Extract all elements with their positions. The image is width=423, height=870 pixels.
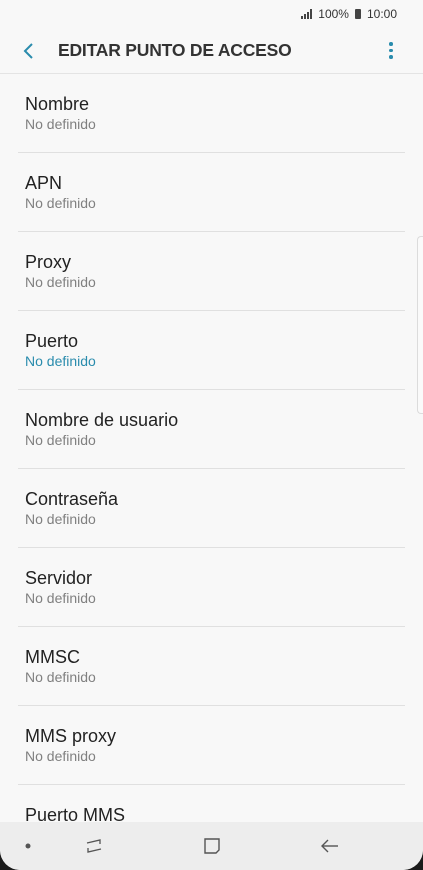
clock: 10:00	[366, 7, 397, 21]
setting-value: No definido	[25, 116, 96, 132]
setting-label: APN	[25, 173, 63, 193]
setting-label: MMSC	[25, 647, 80, 667]
setting-row-mmsc[interactable]: MMSC No definido	[18, 627, 405, 706]
setting-row-proxy[interactable]: Proxy No definido	[18, 232, 405, 311]
home-button[interactable]	[196, 822, 228, 870]
status-bar: 100% 10:00	[0, 0, 423, 28]
recents-icon	[86, 839, 102, 853]
back-button[interactable]	[0, 28, 58, 73]
back-nav-button[interactable]	[314, 822, 346, 870]
apn-settings-list: Nombre No definido APN No definido Proxy…	[0, 74, 423, 822]
setting-row-servidor[interactable]: Servidor No definido	[18, 548, 405, 627]
navigation-bar	[0, 822, 423, 870]
setting-value: No definido	[25, 432, 96, 448]
setting-row-mms-proxy[interactable]: MMS proxy No definido	[18, 706, 405, 785]
scrollbar[interactable]	[417, 236, 423, 414]
setting-row-puerto-mms[interactable]: Puerto MMS	[18, 785, 405, 822]
recents-button[interactable]	[78, 822, 110, 870]
back-icon	[321, 839, 338, 853]
setting-value: No definido	[25, 748, 96, 764]
page-title: EDITAR PUNTO DE ACCESO	[58, 40, 292, 60]
setting-row-nombre-de-usuario[interactable]: Nombre de usuario No definido	[18, 390, 405, 469]
chevron-left-icon	[23, 42, 33, 59]
setting-value: No definido	[25, 274, 96, 290]
setting-value: No definido	[25, 195, 96, 211]
more-options-button[interactable]	[371, 28, 411, 73]
setting-row-nombre[interactable]: Nombre No definido	[18, 74, 405, 153]
setting-row-contrasena[interactable]: Contraseña No definido	[18, 469, 405, 548]
setting-value: No definido	[25, 511, 96, 527]
setting-label: Puerto MMS	[25, 805, 126, 822]
signal-icon	[301, 9, 313, 19]
dot-icon	[25, 843, 31, 849]
home-icon	[204, 838, 220, 854]
battery-icon	[354, 9, 361, 19]
setting-row-apn[interactable]: APN No definido	[18, 153, 405, 232]
setting-value: No definido	[25, 669, 96, 685]
setting-label: Servidor	[25, 568, 93, 588]
setting-label: Nombre	[25, 94, 90, 114]
setting-label: Proxy	[25, 252, 72, 272]
phone-screen: 100% 10:00 EDITAR PUNTO DE ACCESO Nombre…	[0, 0, 423, 870]
dot-button[interactable]	[14, 822, 42, 870]
setting-label: MMS proxy	[25, 726, 117, 746]
setting-row-puerto[interactable]: Puerto No definido	[18, 311, 405, 390]
battery-percent: 100%	[318, 7, 349, 21]
setting-label: Nombre de usuario	[25, 410, 179, 430]
setting-label: Contraseña	[25, 489, 119, 509]
setting-value: No definido	[25, 590, 96, 606]
more-vert-icon	[389, 42, 393, 59]
setting-label: Puerto	[25, 331, 79, 351]
app-header: EDITAR PUNTO DE ACCESO	[0, 28, 423, 74]
setting-value: No definido	[25, 353, 96, 369]
